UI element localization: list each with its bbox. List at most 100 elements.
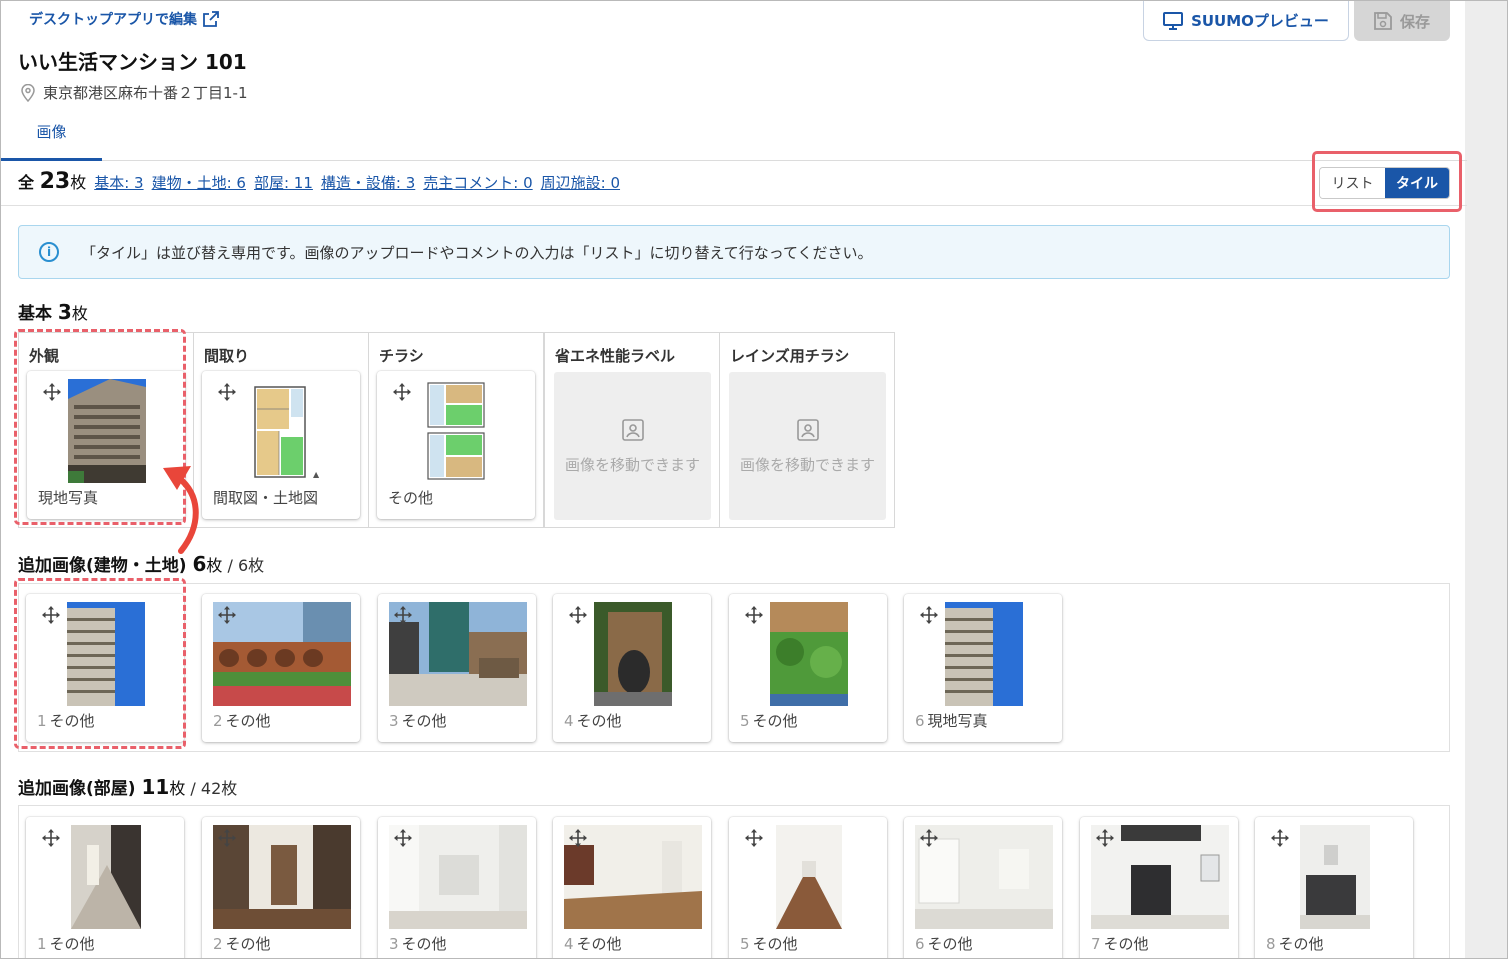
drag-handle-icon[interactable] [218, 606, 236, 624]
section-unit: 枚 [206, 556, 223, 575]
image-caption: 3 その他 [389, 710, 447, 731]
drag-handle-icon[interactable] [394, 606, 412, 624]
image-placeholder-icon [622, 419, 644, 441]
image-caption: 3 その他 [389, 933, 447, 954]
caption-text: その他 [576, 712, 622, 730]
caption-text: その他 [401, 935, 447, 953]
image-card[interactable]: 2 その他 [202, 817, 360, 958]
caption-number: 6 [915, 712, 925, 730]
image-card[interactable]: 8 その他 [1255, 817, 1413, 958]
section-title-text: 追加画像(建物・土地) [18, 556, 187, 576]
desktop-edit-label: デスクトップアプリで編集 [29, 12, 197, 28]
image-caption: 2 その他 [213, 710, 271, 731]
property-address: 東京都港区麻布十番２丁目1-1 [21, 82, 248, 103]
image-caption: 2 その他 [213, 933, 271, 954]
image-caption: 4 その他 [564, 710, 622, 731]
suumo-preview-button[interactable]: SUUMOプレビュー [1143, 1, 1349, 41]
drag-handle-icon[interactable] [43, 383, 61, 401]
highlight-dashed-source [14, 578, 186, 749]
category-link-structure[interactable]: 構造・設備: 3 [321, 172, 415, 193]
app-frame: デスクトップアプリで編集 SUUMOプレビュー 保存 いい生活マンション 101… [0, 0, 1508, 959]
section-title-basic: 基本 3枚 [18, 299, 88, 324]
drag-handle-icon[interactable] [920, 829, 938, 847]
total-prefix: 全 [18, 173, 35, 192]
category-link-seller-comment[interactable]: 売主コメント: 0 [423, 172, 532, 193]
basic-slot-flyer: チラシ その他 [368, 332, 544, 528]
drag-handle-icon[interactable] [393, 383, 411, 401]
drop-zone-text: 画像を移動できます [739, 456, 875, 474]
basic-slot-energy-label: 省エネ性能ラベル 画像を移動できます [544, 332, 720, 528]
section-total: / 6枚 [222, 556, 265, 575]
view-toggle-list[interactable]: リスト [1320, 168, 1385, 198]
drag-handle-icon[interactable] [920, 606, 938, 624]
image-card[interactable]: 4 その他 [553, 594, 711, 742]
drag-handle-icon[interactable] [1096, 829, 1114, 847]
caption-text: その他 [49, 935, 95, 953]
view-toggle-tile[interactable]: タイル [1385, 168, 1449, 198]
scrollbar-track[interactable] [1465, 1, 1507, 958]
drag-handle-icon[interactable] [218, 383, 236, 401]
drag-handle-icon[interactable] [745, 829, 763, 847]
image-caption: 6 現地写真 [915, 710, 988, 731]
basic-slot-reins-flyer: レインズ用チラシ 画像を移動できます [719, 332, 895, 528]
monitor-icon [1163, 11, 1184, 30]
caption-number: 2 [213, 935, 223, 953]
image-card[interactable]: 4 その他 [553, 817, 711, 958]
info-banner: i 「タイル」は並び替え専用です。画像のアップロードやコメントの入力は「リスト」… [18, 225, 1450, 279]
image-caption: 間取図・土地図 [213, 487, 318, 508]
drag-handle-icon[interactable] [569, 829, 587, 847]
info-message: 「タイル」は並び替え専用です。画像のアップロードやコメントの入力は「リスト」に切… [81, 243, 873, 262]
image-card[interactable]: その他 [377, 371, 535, 519]
image-card[interactable]: 5 その他 [729, 817, 887, 958]
drag-handle-icon[interactable] [745, 606, 763, 624]
image-caption: 4 その他 [564, 933, 622, 954]
caption-text: その他 [1103, 935, 1149, 953]
drag-handle-icon[interactable] [42, 606, 60, 624]
category-link-building[interactable]: 建物・土地: 6 [152, 172, 246, 193]
image-card[interactable]: 5 その他 [729, 594, 887, 742]
caption-text: その他 [927, 935, 973, 953]
tab-images[interactable]: 画像 [1, 111, 102, 161]
caption-text: その他 [752, 712, 798, 730]
image-card[interactable]: 6 その他 [904, 817, 1062, 958]
image-card[interactable]: 6 現地写真 [904, 594, 1062, 742]
image-caption: 1 その他 [37, 933, 95, 954]
empty-drop-zone[interactable]: 画像を移動できます [729, 372, 886, 520]
image-card[interactable]: 1 その他 [26, 817, 184, 958]
save-button[interactable]: 保存 [1354, 1, 1450, 41]
image-card[interactable]: 3 その他 [378, 594, 536, 742]
tab-images-label: 画像 [36, 123, 67, 141]
section-title-building: 追加画像(建物・土地) 6枚 / 6枚 [18, 551, 264, 576]
image-caption: 5 その他 [740, 933, 798, 954]
image-caption: その他 [388, 487, 433, 508]
caption-text: その他 [388, 489, 434, 507]
caption-text: 間取図・土地図 [213, 489, 319, 507]
drag-handle-icon[interactable] [1271, 829, 1289, 847]
property-title: いい生活マンション 101 [18, 50, 247, 74]
drag-handle-icon[interactable] [394, 829, 412, 847]
category-link-room[interactable]: 部屋: 11 [254, 172, 313, 193]
image-card[interactable]: 2 その他 [202, 594, 360, 742]
category-link-basic[interactable]: 基本: 3 [94, 172, 143, 193]
view-toggle: リスト タイル [1319, 167, 1450, 199]
caption-number: 4 [564, 712, 574, 730]
drag-handle-icon[interactable] [218, 829, 236, 847]
caption-number: 3 [389, 935, 399, 953]
image-card[interactable]: 3 その他 [378, 817, 536, 958]
image-card[interactable]: 7 その他 [1080, 817, 1238, 958]
slot-label: 間取り [204, 347, 250, 365]
drag-handle-icon[interactable] [42, 829, 60, 847]
save-button-label: 保存 [1399, 12, 1430, 31]
empty-drop-zone[interactable]: 画像を移動できます [554, 372, 711, 520]
section-title-text: 基本 [18, 304, 52, 324]
red-arrow-annotation [163, 466, 199, 554]
caption-number: 7 [1091, 935, 1101, 953]
desktop-edit-link[interactable]: デスクトップアプリで編集 [29, 9, 219, 29]
caption-text: その他 [225, 712, 271, 730]
image-card[interactable]: ▲ 間取図・土地図 [202, 371, 360, 519]
section-title-text: 追加画像(部屋) [18, 779, 136, 799]
drag-handle-icon[interactable] [569, 606, 587, 624]
location-pin-icon [21, 83, 35, 102]
category-link-nearby[interactable]: 周辺施設: 0 [541, 172, 620, 193]
section-count: 11 [141, 775, 170, 799]
